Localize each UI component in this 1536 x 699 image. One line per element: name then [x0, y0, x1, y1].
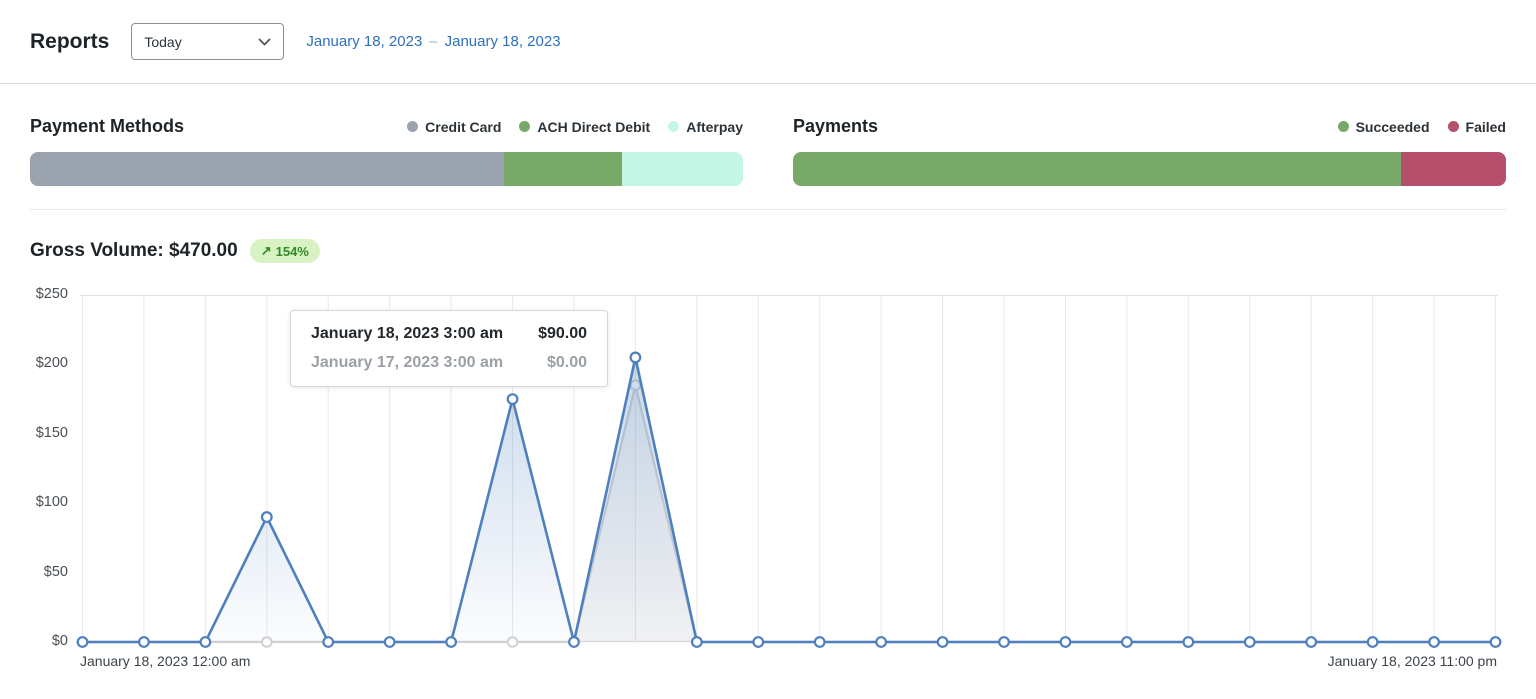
date-end-link[interactable]: January 18, 2023 — [445, 33, 561, 50]
trend-up-arrow-icon: ↗ — [260, 243, 272, 258]
legend-item-ach-direct-debit: ACH Direct Debit — [519, 119, 650, 135]
period-select-value: Today — [144, 33, 182, 50]
payments-bar[interactable] — [793, 152, 1506, 186]
tooltip-label: January 18, 2023 3:00 am — [311, 325, 504, 342]
payment-methods-title: Payment Methods — [30, 116, 185, 136]
date-range: January 18, 2023– January 18, 2023 — [306, 33, 560, 50]
tooltip-value: $0.00 — [546, 354, 587, 371]
chart-tooltip: January 18, 2023 3:00 am $90.00 January 17… — [290, 310, 608, 387]
bar-segment-ach-direct-debit[interactable] — [504, 152, 622, 186]
section-divider — [30, 209, 1506, 210]
payment-methods-legend: Credit Card ACH Direct Debit Afterpay — [407, 119, 743, 135]
bar-segment-credit-card[interactable] — [30, 152, 505, 186]
bar-segment-succeeded[interactable] — [793, 152, 1402, 186]
payment-methods-card: Payment Methods Credit Card ACH Direct De… — [30, 116, 743, 186]
period-select[interactable]: Today — [131, 23, 285, 60]
legend-item-failed: Failed — [1447, 118, 1506, 135]
legend-dot-icon — [519, 121, 531, 132]
payments-legend: Succeeded Failed — [1337, 118, 1506, 135]
legend-dot-icon — [407, 121, 419, 132]
legend-dot-icon — [1337, 121, 1349, 132]
bar-segment-failed[interactable] — [1401, 152, 1506, 186]
tooltip-row: January 18, 2023 3:00 am $90.00 — [311, 325, 587, 343]
gross-volume-section: Gross Volume: $470.00 ↗ 154% $250 $200 $15… — [0, 236, 1536, 690]
chevron-down-icon — [258, 38, 271, 45]
legend-label: Afterpay — [686, 118, 743, 135]
y-axis-tick: $50 — [43, 563, 68, 580]
page-title: Reports — [30, 29, 110, 53]
gross-volume-title: Gross Volume: $470.00 — [30, 240, 238, 261]
payments-card: Payments Succeeded Failed — [793, 116, 1506, 186]
legend-item-afterpay: Afterpay — [668, 119, 743, 135]
date-start-link[interactable]: January 18, 2023 — [306, 33, 422, 50]
x-axis-end-label: January 18, 2023 11:00 pm — [1327, 653, 1497, 669]
summary-section: Payment Methods Credit Card ACH Direct De… — [0, 84, 1536, 209]
reports-toolbar: Reports Today January 18, 2023– January 1… — [0, 0, 1536, 84]
tooltip-row: January 17, 2023 3:00 am $0.00 — [311, 354, 587, 372]
legend-label: Credit Card — [425, 118, 502, 135]
legend-item-succeeded: Succeeded — [1337, 118, 1430, 135]
gross-volume-chart-area: $250 $200 $150 $100 $50 $0 January 18, 2023 1… — [0, 266, 1536, 690]
legend-dot-icon — [1447, 121, 1459, 132]
y-axis-tick: $200 — [35, 355, 68, 372]
legend-item-credit-card: Credit Card — [407, 119, 501, 135]
tooltip-value: $90.00 — [538, 325, 587, 342]
date-range-separator: – — [429, 33, 438, 50]
payment-methods-bar[interactable] — [30, 152, 743, 186]
x-axis-start-label: January 18, 2023 12:00 am — [80, 653, 251, 669]
tooltip-label: January 17, 2023 3:00 am — [311, 354, 504, 371]
payments-title: Payments — [793, 116, 879, 136]
legend-dot-icon — [668, 121, 680, 132]
y-axis-tick: $100 — [35, 494, 68, 511]
legend-label: Failed — [1465, 118, 1506, 135]
legend-label: Succeeded — [1355, 118, 1430, 135]
trend-badge: ↗ 154% — [249, 239, 320, 263]
y-axis-tick: $0 — [51, 633, 68, 649]
bar-segment-afterpay[interactable] — [621, 152, 743, 186]
y-axis-tick: $250 — [35, 286, 68, 302]
trend-badge-value: 154% — [275, 243, 309, 259]
y-axis-tick: $150 — [35, 424, 68, 441]
legend-label: ACH Direct Debit — [537, 118, 651, 135]
